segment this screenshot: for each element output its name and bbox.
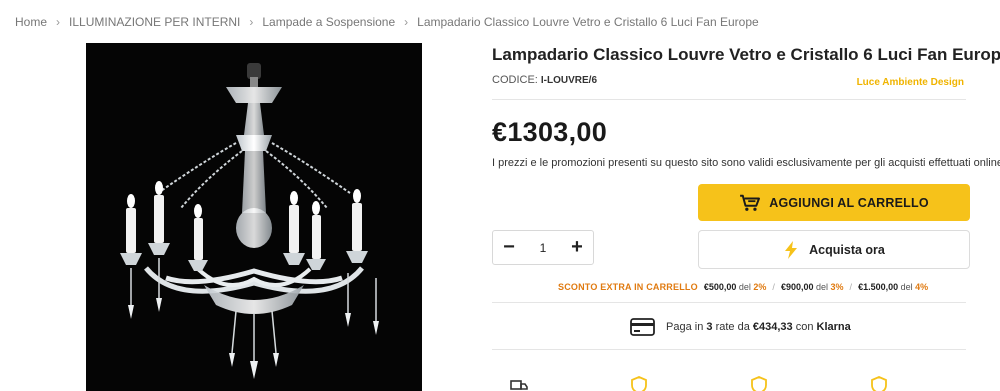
discount-separator: / [772,282,775,292]
discount-heading: SCONTO EXTRA IN CARRELLO [558,282,698,292]
discount-tier-amount: €900,00 [780,282,814,292]
price-notice: I prezzi e le promozioni presenti su que… [492,157,1000,169]
discount-tier-amount: €1.500,00 [858,282,899,292]
discount-tier-pct: 4% [915,282,929,292]
klarna-middle: rate da [715,321,750,333]
cart-icon [740,194,761,211]
truck-icon [510,380,528,390]
product-code-row: CODICE: I-LOUVRE/6 Luce Ambiente Design [492,74,970,92]
code-value: I-LOUVRE/6 [540,75,598,86]
quantity-stepper: − 1 + [492,230,594,265]
discount-tier-amount: €500,00 [703,282,737,292]
discount-tier-pct: 3% [830,282,844,292]
product-price: €1303,00 [492,117,608,147]
chevron-right-icon: › [249,15,254,29]
breadcrumb-illuminazione[interactable]: ILLUMINAZIONE PER INTERNI [69,15,240,29]
klarna-amount: €434,33 [752,321,793,333]
shield-icon [751,376,767,391]
add-to-cart-button[interactable]: AGGIUNGI AL CARRELLO [698,184,970,221]
brand-link[interactable]: Luce Ambiente Design [857,77,964,88]
chevron-right-icon: › [404,15,409,29]
add-to-cart-label: AGGIUNGI AL CARRELLO [769,195,929,210]
credit-card-icon [630,318,655,336]
breadcrumb: Home › ILLUMINAZIONE PER INTERNI › Lampa… [15,13,759,31]
feature-item [750,376,776,391]
shield-icon [631,376,647,391]
klarna-installments[interactable]: Paga in 3 rate da €434,33 con Klarna [630,318,851,336]
divider [492,349,966,350]
extra-discount-info: SCONTO EXTRA IN CARRELLO €500,00 del 2% … [558,282,928,292]
breadcrumb-home[interactable]: Home [15,15,47,29]
discount-tier-del: del [900,282,913,292]
shield-icon [871,376,887,391]
quantity-minus-button[interactable]: − [493,231,525,264]
discount-separator: / [849,282,853,292]
discount-tier-del: del [738,282,751,292]
breadcrumb-sospensione[interactable]: Lampade a Sospensione [262,15,395,29]
chevron-right-icon: › [56,15,61,29]
discount-tier-del: del [816,282,829,292]
lightning-bolt-icon [785,240,798,259]
code-label: CODICE: [492,74,538,86]
chandelier-illustration [86,43,422,391]
klarna-prefix: Paga in [666,321,704,333]
divider [492,302,966,303]
breadcrumb-current: Lampadario Classico Louvre Vetro e Crist… [417,15,759,29]
klarna-with: con [795,321,814,333]
product-image[interactable] [86,43,422,391]
feature-item [870,376,896,391]
divider [492,99,966,100]
klarna-provider: Klarna [816,321,851,333]
klarna-installments-count: 3 [706,321,713,333]
feature-item [510,376,536,391]
product-info: Lampadario Classico Louvre Vetro e Crist… [492,43,1000,391]
feature-row [492,376,970,391]
quantity-plus-button[interactable]: + [561,231,593,264]
quantity-input[interactable]: 1 [525,241,561,255]
buy-now-button[interactable]: Acquista ora [698,230,970,269]
product-title: Lampadario Classico Louvre Vetro e Crist… [492,45,1000,64]
buy-now-label: Acquista ora [809,242,885,257]
discount-tier-pct: 2% [753,282,767,292]
feature-item [630,376,656,391]
